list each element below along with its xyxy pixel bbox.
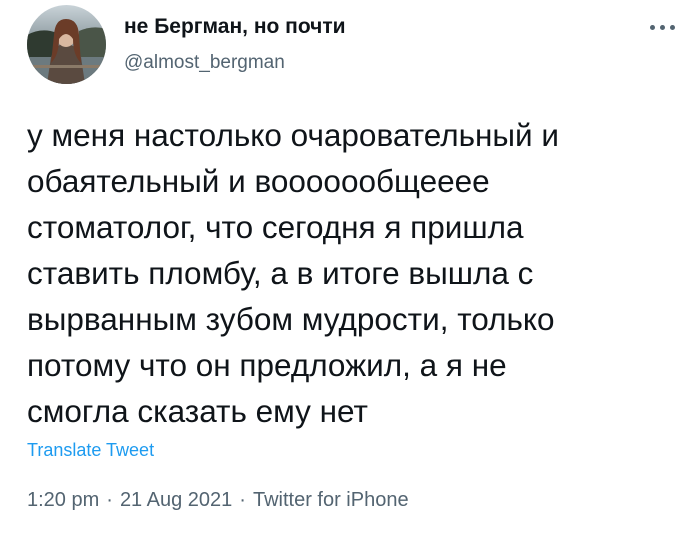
tweet-source[interactable]: Twitter for iPhone (253, 489, 409, 511)
tweet-line: у меня настолько очаровательный и (27, 117, 559, 153)
tweet-line: потому что он предложил, а я не (27, 347, 507, 383)
meta-separator: · (239, 489, 246, 511)
tweet-line: смогла сказать ему нет (27, 393, 368, 429)
tweet-card: не Бергман, но почти @almost_bergman у м… (0, 0, 700, 537)
meta-separator: · (106, 489, 113, 511)
tweet-line: обаятельный и вооооообщееее (27, 163, 490, 199)
display-name[interactable]: не Бергман, но почти (124, 15, 346, 39)
profile-photo (27, 5, 106, 84)
tweet-line: ставить пломбу, а в итоге вышла с (27, 255, 534, 291)
more-dot (670, 25, 675, 30)
more-dot (660, 25, 665, 30)
translate-tweet-link[interactable]: Translate Tweet (27, 440, 154, 461)
tweet-line: вырванным зубом мудрости, только (27, 301, 555, 337)
tweet-metadata: 1:20 pm · 21 Aug 2021 · Twitter for iPhone (27, 489, 409, 512)
tweet-date[interactable]: 21 Aug 2021 (120, 489, 232, 511)
more-options-button[interactable] (648, 16, 678, 38)
tweet-text: у меня настолько очаровательный и обаяте… (27, 112, 677, 434)
user-handle[interactable]: @almost_bergman (124, 52, 285, 74)
avatar[interactable] (27, 5, 106, 84)
tweet-line: стоматолог, что сегодня я пришла (27, 209, 524, 245)
more-horizontal-icon (650, 25, 655, 30)
tweet-time[interactable]: 1:20 pm (27, 489, 99, 511)
